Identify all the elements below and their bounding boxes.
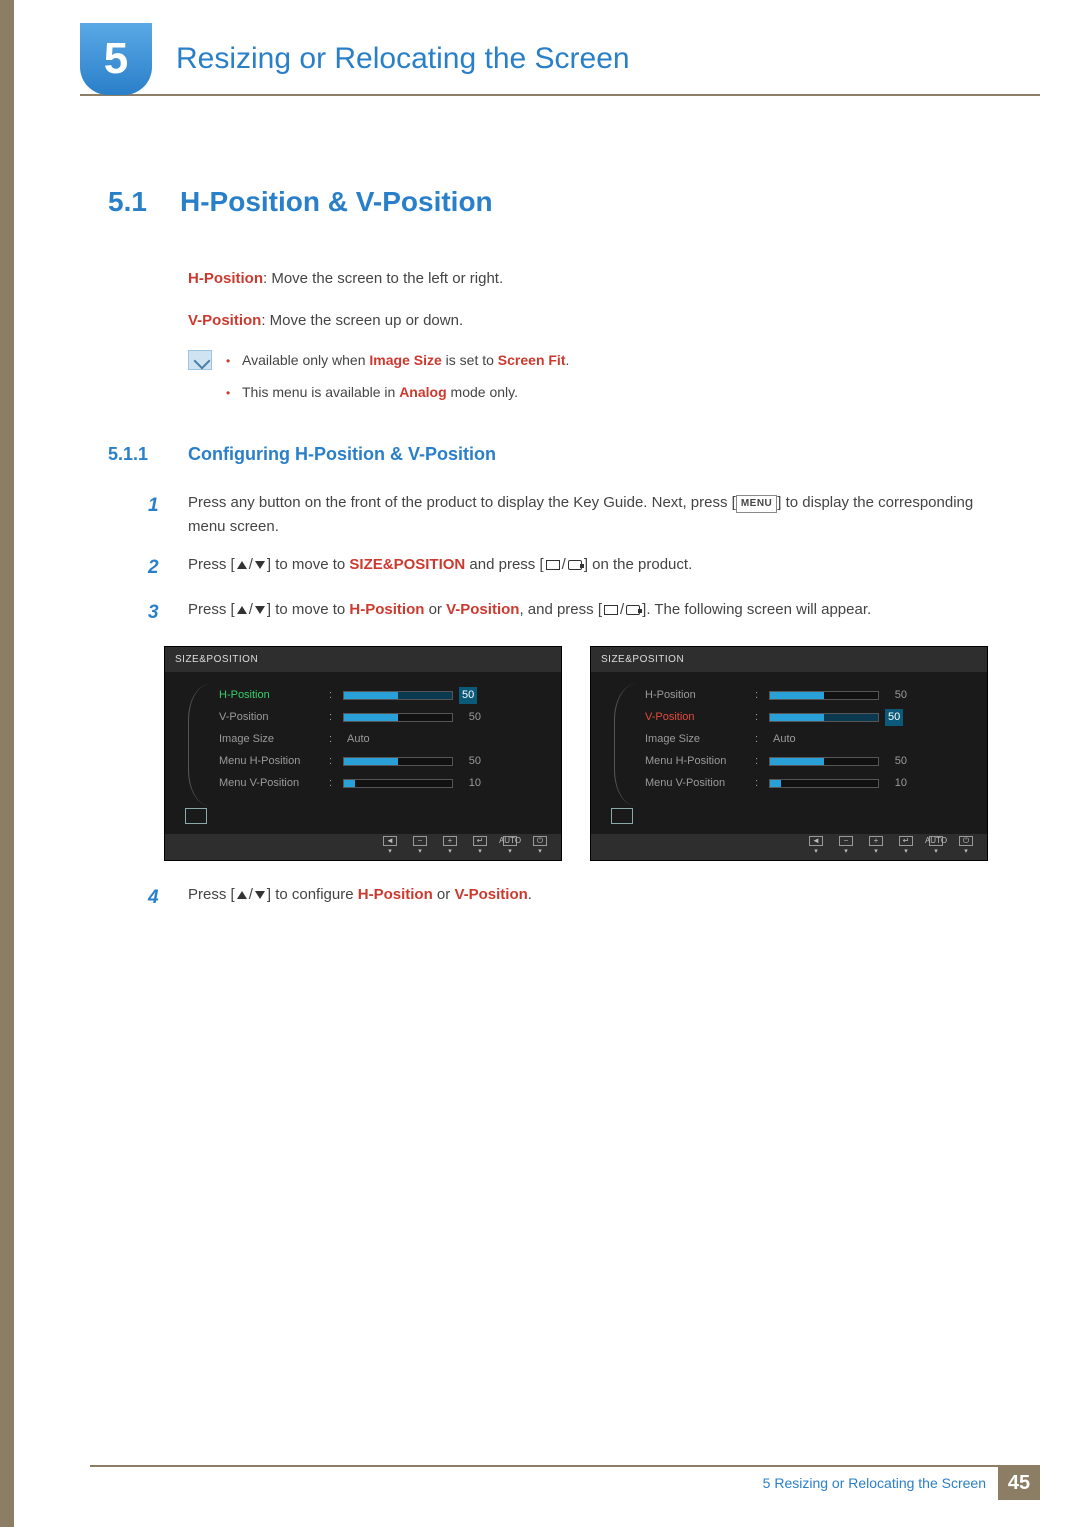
note-block: Available only when Image Size is set to… [188, 350, 988, 413]
osd-category-icon [185, 808, 207, 825]
osd-footer-key: ↵▾ [899, 836, 913, 858]
osd-row-value: 50 [879, 687, 907, 704]
osd-menu-row: Menu V-Position:10 [645, 772, 973, 794]
osd-row-label: V-Position [645, 709, 755, 726]
page-content: 5.1 H-Position & V-Position H-Position: … [108, 180, 988, 927]
note-line-2: This menu is available in Analog mode on… [226, 382, 569, 404]
osd-footer-key: ◄▾ [383, 836, 397, 858]
osd-menu-row: H-Position:50 [645, 684, 973, 706]
section-title: H-Position & V-Position [180, 180, 493, 223]
osd-row-label: H-Position [219, 687, 329, 704]
osd-row-label: Menu H-Position [219, 753, 329, 770]
up-down-icon: / [235, 553, 267, 577]
v-position-definition: V-Position: Move the screen up or down. [188, 309, 988, 332]
osd-row-value: 10 [453, 775, 481, 792]
osd-footer-key: AUTO▾ [503, 836, 517, 858]
osd-row-label: V-Position [219, 709, 329, 726]
osd-row-value: 50 [453, 709, 481, 726]
osd-row-value: Auto [769, 731, 796, 748]
osd-menu-row: H-Position:50 [219, 684, 547, 706]
enter-source-icon: / [602, 598, 642, 622]
up-down-icon: / [235, 883, 267, 907]
step-1: 1 Press any button on the front of the p… [148, 491, 988, 539]
page-stripe [0, 0, 14, 1527]
up-down-icon: / [235, 598, 267, 622]
osd-footer-key: ↵▾ [473, 836, 487, 858]
v-position-desc: : Move the screen up or down. [261, 312, 463, 329]
osd-row-value: 50 [885, 709, 903, 726]
osd-menu-row: Menu H-Position:50 [219, 750, 547, 772]
subsection-number: 5.1.1 [108, 441, 188, 469]
note-icon [188, 350, 212, 370]
h-position-label: H-Position [188, 270, 263, 287]
h-position-definition: H-Position: Move the screen to the left … [188, 267, 988, 290]
osd-menu-row: Menu H-Position:50 [645, 750, 973, 772]
osd-screenshots: SIZE&POSITION H-Position:50V-Position:50… [164, 646, 988, 861]
section-heading: 5.1 H-Position & V-Position [108, 180, 988, 223]
chapter-title: Resizing or Relocating the Screen [176, 42, 630, 76]
footer-chapter-ref: 5 Resizing or Relocating the Screen [763, 1475, 986, 1491]
chapter-number-badge: 5 [80, 23, 152, 95]
v-position-label: V-Position [188, 312, 261, 329]
osd-title: SIZE&POSITION [165, 647, 561, 673]
osd-row-value: 50 [879, 753, 907, 770]
step-4: 4 Press [/] to configure H-Position or V… [148, 883, 988, 913]
h-position-desc: : Move the screen to the left or right. [263, 270, 503, 287]
step-list: 1 Press any button on the front of the p… [148, 491, 988, 628]
subsection-title: Configuring H-Position & V-Position [188, 441, 496, 469]
osd-row-label: Image Size [645, 731, 755, 748]
osd-footer-key: −▾ [839, 836, 853, 858]
menu-button-label: MENU [736, 495, 777, 513]
osd-menu-row: V-Position:50 [219, 706, 547, 728]
osd-row-value: 10 [879, 775, 907, 792]
osd-row-value: 50 [453, 753, 481, 770]
osd-menu-row: Menu V-Position:10 [219, 772, 547, 794]
osd-menu-row: V-Position:50 [645, 706, 973, 728]
page-number: 45 [998, 1466, 1040, 1500]
osd-footer-key: −▾ [413, 836, 427, 858]
note-line-1: Available only when Image Size is set to… [226, 350, 569, 372]
osd-row-label: Menu V-Position [645, 775, 755, 792]
enter-source-icon: / [544, 553, 584, 577]
osd-panel-h-position: SIZE&POSITION H-Position:50V-Position:50… [164, 646, 562, 861]
step-2: 2 Press [/] to move to SIZE&POSITION and… [148, 553, 988, 583]
osd-footer-buttons: ◄▾ −▾ +▾ ↵▾ AUTO▾ ⏻▾ [591, 834, 987, 860]
osd-title: SIZE&POSITION [591, 647, 987, 673]
section-number: 5.1 [108, 180, 180, 223]
step-3: 3 Press [/] to move to H-Position or V-P… [148, 598, 988, 628]
osd-row-label: Image Size [219, 731, 329, 748]
step-list-continued: 4 Press [/] to configure H-Position or V… [148, 883, 988, 913]
osd-row-label: Menu H-Position [645, 753, 755, 770]
osd-row-value: 50 [459, 687, 477, 704]
chapter-header: 5 Resizing or Relocating the Screen [80, 24, 1040, 96]
osd-category-icon [611, 808, 633, 825]
subsection-heading: 5.1.1 Configuring H-Position & V-Positio… [108, 441, 988, 469]
page-footer: 5 Resizing or Relocating the Screen 45 [90, 1465, 1040, 1499]
osd-menu-row: Image Size:Auto [219, 728, 547, 750]
osd-row-label: Menu V-Position [219, 775, 329, 792]
osd-footer-key: +▾ [869, 836, 883, 858]
osd-menu-row: Image Size:Auto [645, 728, 973, 750]
osd-row-label: H-Position [645, 687, 755, 704]
osd-footer-key: ⏻▾ [959, 836, 973, 858]
osd-footer-key: ◄▾ [809, 836, 823, 858]
osd-row-value: Auto [343, 731, 370, 748]
osd-panel-v-position: SIZE&POSITION H-Position:50V-Position:50… [590, 646, 988, 861]
osd-footer-buttons: ◄▾ −▾ +▾ ↵▾ AUTO▾ ⏻▾ [165, 834, 561, 860]
osd-footer-key: AUTO▾ [929, 836, 943, 858]
osd-footer-key: ⏻▾ [533, 836, 547, 858]
osd-footer-key: +▾ [443, 836, 457, 858]
